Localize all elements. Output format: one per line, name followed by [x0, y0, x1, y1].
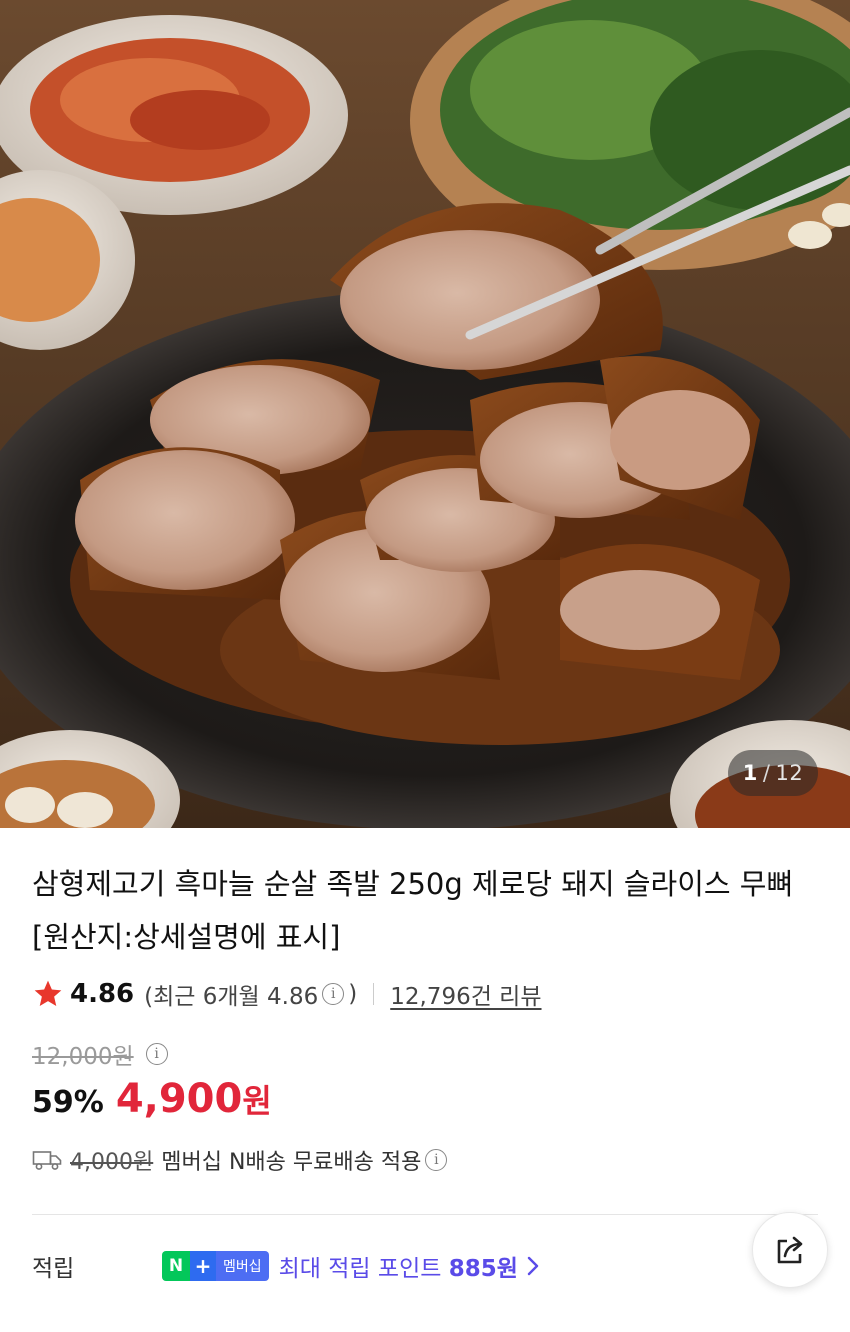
info-icon[interactable]: i: [322, 983, 345, 1005]
product-title: 삼형제고기 흑마늘 순살 족발 250g 제로당 돼지 슬라이스 무뼈 [원산지…: [32, 867, 794, 954]
total-image-count: 12: [775, 761, 804, 785]
rating-row: 4.86 (최근 6개월 4.86 i ) 12,796건 리뷰: [32, 974, 542, 1014]
star-icon: [34, 980, 62, 1006]
sale-price-unit: 원: [242, 1082, 272, 1120]
discount-rate: 59%: [32, 1085, 104, 1120]
image-page-indicator: 1 / 12: [728, 750, 818, 796]
sale-price-row: 59% 4,900 원: [32, 1076, 272, 1126]
shipping-text: 멤버십 N배송 무료배송 적용: [161, 1150, 422, 1175]
rating-score: 4.86: [70, 979, 135, 1009]
badge-n: N: [162, 1251, 190, 1281]
badge-membership: 멤버십: [216, 1251, 269, 1281]
recent-rating-text: (최근 6개월 4.86: [144, 984, 319, 1010]
divider: [373, 983, 375, 1005]
n-plus-membership-badge: N + 멤버십: [162, 1251, 269, 1281]
points-label: 적립: [32, 1256, 75, 1282]
chevron-right-icon[interactable]: [526, 1255, 540, 1277]
share-icon: [777, 1236, 803, 1264]
max-points-text: 최대 적립 포인트 885원: [279, 1249, 518, 1283]
price-info-icon[interactable]: i: [145, 1043, 168, 1065]
product-image: [0, 0, 850, 828]
recent-rating-close: ): [348, 981, 358, 1007]
badge-plus: +: [190, 1251, 216, 1281]
section-divider: [32, 1214, 818, 1215]
product-image-carousel[interactable]: 1 / 12: [0, 0, 850, 828]
shipping-info-icon[interactable]: i: [425, 1149, 448, 1171]
points-row[interactable]: 적립 N + 멤버십 최대 적립 포인트 885원: [32, 1246, 540, 1286]
original-price-row: 12,000원 i: [32, 1036, 172, 1072]
shipping-row: 4,000원 멤버십 N배송 무료배송 적용 i: [32, 1142, 451, 1178]
current-image-number: 1: [742, 761, 758, 785]
share-button[interactable]: [752, 1212, 828, 1288]
points-prefix: 최대 적립 포인트: [278, 1256, 449, 1282]
review-count-link[interactable]: 12,796건 리뷰: [390, 977, 541, 1011]
sale-price: 4,900: [115, 1076, 243, 1122]
original-shipping-fee: 4,000원: [70, 1150, 154, 1175]
original-price: 12,000원: [32, 1044, 134, 1070]
page-separator: /: [762, 761, 771, 785]
points-amount: 885원: [448, 1256, 518, 1282]
truck-icon: [32, 1151, 62, 1170]
